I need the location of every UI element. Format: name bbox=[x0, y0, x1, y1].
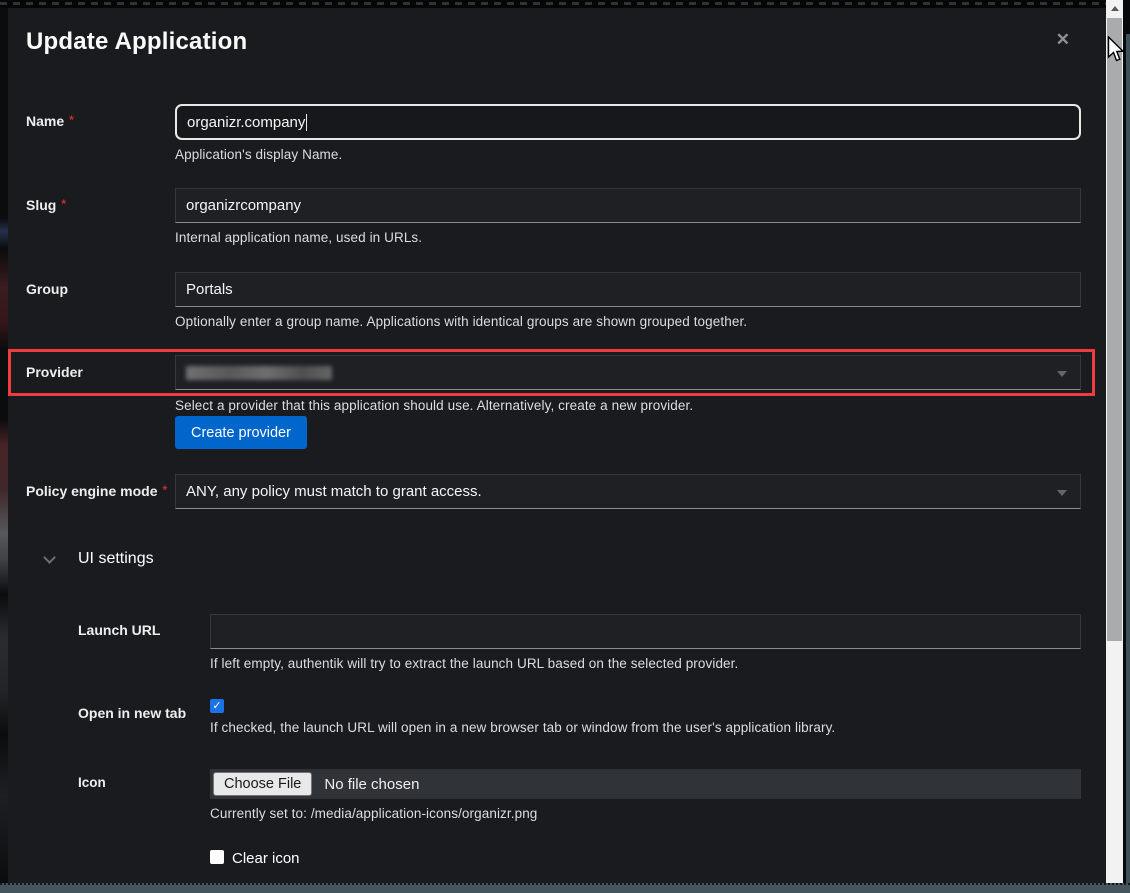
name-label-text: Name bbox=[26, 113, 64, 129]
group-label: Group bbox=[26, 272, 175, 297]
open-in-new-tab-help: If checked, the launch URL will open in … bbox=[210, 720, 1081, 735]
scrollbar-up-arrow-icon[interactable] bbox=[1106, 0, 1123, 16]
redacted-provider-value bbox=[186, 366, 332, 380]
launch-url-label-text: Launch URL bbox=[78, 622, 160, 638]
icon-label: Icon bbox=[78, 769, 210, 790]
field-row-open-in-new-tab: Open in new tab ✓ If checked, the launch… bbox=[78, 699, 1081, 735]
slug-input[interactable]: organizrcompany bbox=[175, 188, 1081, 223]
text-cursor bbox=[306, 114, 307, 131]
field-row-name: Name * organizr.company Application's dis… bbox=[26, 104, 1081, 162]
open-in-new-tab-label: Open in new tab bbox=[78, 699, 210, 721]
provider-annotation-box: Provider bbox=[8, 349, 1095, 396]
scrollbar-track[interactable] bbox=[1106, 0, 1123, 893]
modal-header: Update Application ✕ bbox=[26, 28, 1081, 56]
ui-settings-section-toggle[interactable]: UI settings bbox=[26, 550, 1081, 568]
name-input[interactable]: organizr.company bbox=[175, 104, 1081, 140]
required-asterisk: * bbox=[69, 113, 74, 127]
field-row-group: Group Portals Optionally enter a group n… bbox=[26, 272, 1081, 329]
group-label-text: Group bbox=[26, 281, 68, 297]
page-behind-left bbox=[0, 8, 8, 883]
required-asterisk: * bbox=[162, 483, 167, 497]
close-icon[interactable]: ✕ bbox=[1056, 31, 1070, 48]
update-application-modal: Update Application ✕ Name * organizr.comp… bbox=[8, 8, 1106, 883]
modal-title: Update Application bbox=[26, 28, 1081, 56]
field-row-policy-engine-mode: Policy engine mode * ANY, any policy must… bbox=[26, 474, 1081, 509]
create-provider-button[interactable]: Create provider bbox=[175, 416, 307, 449]
group-help: Optionally enter a group name. Applicati… bbox=[175, 314, 1081, 329]
triangle-up-icon bbox=[1111, 6, 1119, 11]
slug-help: Internal application name, used in URLs. bbox=[175, 230, 1081, 245]
page-behind-bottom bbox=[0, 883, 1130, 893]
icon-file-input[interactable]: Choose File No file chosen bbox=[210, 769, 1081, 799]
required-asterisk: * bbox=[61, 197, 66, 211]
chevron-down-icon bbox=[1057, 371, 1067, 377]
open-in-new-tab-checkbox[interactable]: ✓ bbox=[210, 699, 224, 713]
policy-engine-mode-value: ANY, any policy must match to grant acce… bbox=[186, 483, 482, 500]
page-behind-right-accent bbox=[1126, 34, 1130, 893]
chevron-down-icon bbox=[1057, 490, 1067, 496]
group-input-value: Portals bbox=[186, 281, 233, 298]
chevron-down-icon bbox=[43, 551, 56, 564]
page-behind-top bbox=[0, 0, 1106, 8]
policy-engine-mode-label: Policy engine mode * bbox=[26, 474, 175, 499]
file-chosen-status: No file chosen bbox=[324, 776, 419, 793]
page-background: Update Application ✕ Name * organizr.comp… bbox=[0, 0, 1130, 893]
name-input-value: organizr.company bbox=[187, 114, 305, 131]
launch-url-input[interactable] bbox=[210, 614, 1081, 649]
clear-icon-checkbox[interactable] bbox=[210, 850, 224, 864]
slug-input-value: organizrcompany bbox=[186, 197, 301, 214]
provider-select[interactable] bbox=[175, 355, 1081, 390]
icon-label-text: Icon bbox=[78, 775, 106, 790]
policy-engine-mode-label-text: Policy engine mode bbox=[26, 483, 157, 499]
field-row-launch-url: Launch URL If left empty, authentik will… bbox=[78, 614, 1081, 671]
provider-label-text: Provider bbox=[26, 364, 83, 380]
provider-help: Select a provider that this application … bbox=[175, 398, 1081, 413]
slug-label-text: Slug bbox=[26, 197, 56, 213]
open-in-new-tab-label-text: Open in new tab bbox=[78, 705, 186, 721]
ui-settings-label: UI settings bbox=[78, 550, 154, 568]
field-row-clear-icon: Clear icon bbox=[210, 850, 1081, 867]
group-input[interactable]: Portals bbox=[175, 272, 1081, 307]
launch-url-label: Launch URL bbox=[78, 614, 210, 638]
name-help: Application's display Name. bbox=[175, 147, 1081, 162]
scrollbar-thumb[interactable] bbox=[1107, 18, 1122, 641]
provider-label: Provider bbox=[26, 355, 175, 380]
icon-help: Currently set to: /media/application-ico… bbox=[210, 806, 1081, 821]
field-row-icon: Icon Choose File No file chosen Currentl… bbox=[78, 769, 1081, 821]
name-label: Name * bbox=[26, 104, 175, 129]
slug-label: Slug * bbox=[26, 188, 175, 213]
launch-url-help: If left empty, authentik will try to ext… bbox=[210, 656, 1081, 671]
field-row-slug: Slug * organizrcompany Internal applicati… bbox=[26, 188, 1081, 245]
clear-icon-label: Clear icon bbox=[232, 850, 300, 867]
policy-engine-mode-select[interactable]: ANY, any policy must match to grant acce… bbox=[175, 474, 1081, 509]
choose-file-button[interactable]: Choose File bbox=[213, 772, 312, 796]
